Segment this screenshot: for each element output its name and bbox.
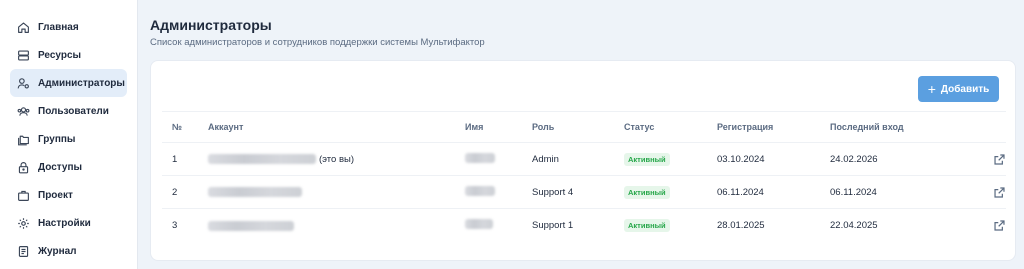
table-row[interactable]: 2 Support 4 Активный 06.11.2024 06.11.20…	[162, 176, 1006, 209]
name-cell	[465, 219, 532, 232]
last-login-cell: 22.04.2025	[830, 220, 878, 231]
add-administrator-button[interactable]: + Добавить	[918, 76, 999, 102]
users-icon	[17, 105, 30, 118]
sidebar-item-settings[interactable]: Настройки	[10, 209, 127, 237]
sidebar-item-label: Доступы	[38, 161, 83, 173]
redacted-account	[208, 220, 294, 231]
account-cell	[198, 220, 465, 231]
sidebar-item-project[interactable]: Проект	[10, 181, 127, 209]
column-header-role: Роль	[532, 122, 555, 132]
column-header-account: Аккаунт	[208, 122, 244, 132]
sidebar-item-home[interactable]: Главная	[10, 13, 127, 41]
column-header-number: №	[172, 122, 183, 132]
name-cell	[465, 185, 532, 199]
redacted-account	[208, 154, 316, 164]
external-link-icon[interactable]	[993, 153, 1006, 166]
status-cell: Активный	[624, 152, 717, 166]
status-badge: Активный	[624, 152, 670, 166]
role-cell: Admin	[532, 153, 559, 165]
row-number: 3	[172, 220, 178, 231]
redacted-name	[465, 185, 495, 196]
status-badge: Активный	[624, 185, 670, 199]
sidebar-item-label: Ресурсы	[38, 49, 82, 61]
sidebar-item-label: Группы	[38, 133, 76, 145]
column-header-registration: Регистрация	[717, 122, 774, 132]
journal-icon	[17, 245, 30, 258]
external-link-icon[interactable]	[993, 219, 1006, 232]
redacted-name	[465, 152, 495, 163]
administrators-table: № Аккаунт Имя Роль Статус Регистрация По…	[162, 111, 1006, 242]
account-cell: (это вы)	[198, 154, 465, 165]
lock-icon	[17, 161, 30, 174]
main-content: Администраторы Список администраторов и …	[139, 0, 1024, 269]
sidebar-item-administrators[interactable]: Администраторы	[10, 69, 127, 97]
sidebar-item-label: Проект	[38, 189, 73, 201]
last-login-cell: 24.02.2026	[830, 153, 878, 165]
role-cell: Support 4	[532, 186, 574, 198]
redacted-name	[465, 219, 493, 229]
column-header-last-login: Последний вход	[830, 122, 904, 132]
folders-icon	[17, 133, 30, 146]
sidebar-item-journal[interactable]: Журнал	[10, 237, 127, 265]
row-number: 1	[172, 153, 178, 165]
status-cell: Активный	[624, 219, 717, 232]
registration-cell: 28.01.2025	[717, 220, 765, 231]
briefcase-icon	[17, 189, 30, 202]
account-suffix: (это вы)	[319, 153, 355, 165]
home-icon	[17, 21, 30, 34]
registration-cell: 03.10.2024	[717, 153, 765, 165]
table-row[interactable]: 3 Support 1 Активный 28.01.2025 22.04.20…	[162, 209, 1006, 242]
status-badge: Активный	[624, 219, 670, 232]
account-cell	[198, 187, 465, 197]
status-cell: Активный	[624, 185, 717, 199]
registration-cell: 06.11.2024	[717, 186, 764, 198]
actions-cell	[965, 186, 1006, 199]
gear-icon	[17, 217, 30, 230]
sidebar-item-label: Главная	[38, 21, 79, 33]
role-cell: Support 1	[532, 220, 574, 231]
table-row[interactable]: 1 (это вы) Admin Активный 03.10.2024 24.…	[162, 143, 1006, 176]
administrators-card: + Добавить № Аккаунт Имя Роль Статус Рег…	[150, 60, 1016, 261]
sidebar-item-resources[interactable]: Ресурсы	[10, 41, 127, 69]
sidebar-item-groups[interactable]: Группы	[10, 125, 127, 153]
sidebar-item-access[interactable]: Доступы	[10, 153, 127, 181]
sidebar-item-users[interactable]: Пользователи	[10, 97, 127, 125]
name-cell	[465, 152, 532, 166]
sidebar: Главная Ресурсы Администраторы Пользоват…	[0, 0, 138, 269]
sidebar-item-label: Журнал	[38, 245, 77, 257]
column-header-status: Статус	[624, 122, 655, 132]
external-link-icon[interactable]	[993, 186, 1006, 199]
plus-icon: +	[927, 81, 936, 97]
sidebar-item-label: Пользователи	[38, 105, 109, 117]
page-title: Администраторы	[150, 17, 272, 33]
user-gear-icon	[17, 77, 30, 90]
server-icon	[17, 49, 30, 62]
table-header: № Аккаунт Имя Роль Статус Регистрация По…	[162, 111, 1006, 143]
actions-cell	[965, 219, 1006, 232]
sidebar-item-label: Настройки	[38, 217, 91, 229]
row-number: 2	[172, 186, 178, 198]
sidebar-item-label: Администраторы	[38, 77, 125, 89]
column-header-name: Имя	[465, 122, 484, 132]
add-button-label: Добавить	[940, 83, 990, 95]
actions-cell	[965, 153, 1006, 166]
last-login-cell: 06.11.2024	[830, 186, 877, 198]
redacted-account	[208, 187, 302, 197]
page-subtitle: Список администраторов и сотрудников под…	[150, 37, 485, 48]
